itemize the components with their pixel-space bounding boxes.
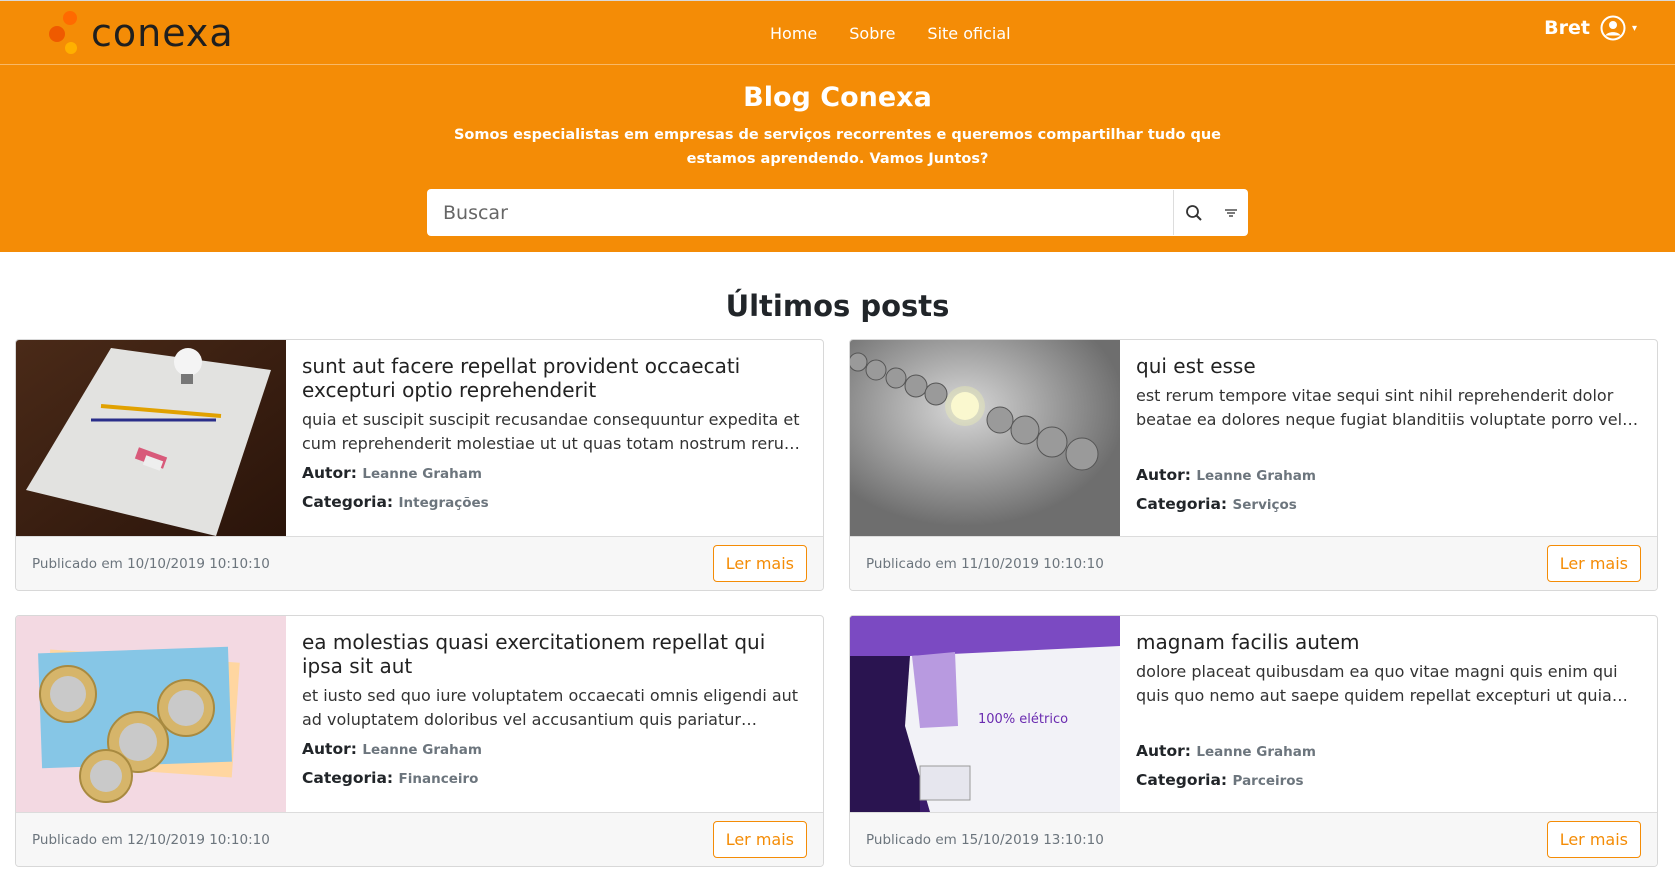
post-card: ea molestias quasi exercitationem repell… — [15, 615, 824, 867]
nav-links: Home Sobre Site oficial — [770, 1, 1011, 65]
post-category: Categoria: Parceiros — [1136, 771, 1304, 789]
page-subtitle: Somos especialistas em empresas de servi… — [453, 127, 1221, 167]
posts-grid: sunt aut facere repellat provident occae… — [15, 339, 1659, 867]
top-navbar: conexa Home Sobre Site oficial Bret ▾ — [0, 0, 1675, 65]
post-excerpt: quia et suscipit suscipit recusandae con… — [302, 410, 800, 453]
read-more-button[interactable]: Ler mais — [1546, 545, 1641, 582]
post-title[interactable]: sunt aut facere repellat provident occae… — [302, 354, 807, 402]
filter-button[interactable] — [1214, 190, 1248, 235]
nav-link-sobre[interactable]: Sobre — [849, 24, 895, 43]
read-more-button[interactable]: Ler mais — [712, 821, 807, 858]
brand-name: conexa — [91, 11, 234, 55]
post-author: Autor: Leanne Graham — [1136, 742, 1316, 760]
post-title[interactable]: qui est esse — [1136, 354, 1641, 378]
user-menu[interactable]: Bret ▾ — [1544, 15, 1637, 41]
post-category: Categoria: Financeiro — [302, 769, 479, 787]
read-more-button[interactable]: Ler mais — [1546, 821, 1641, 858]
post-footer: Publicado em 11/10/2019 10:10:10 Ler mai… — [850, 536, 1657, 590]
chevron-down-icon: ▾ — [1631, 22, 1637, 34]
post-image-lightbulb-paper — [16, 340, 286, 536]
user-avatar-icon — [1600, 15, 1626, 41]
brand-logo[interactable]: conexa — [45, 9, 234, 57]
filter-icon — [1225, 208, 1237, 217]
post-category: Categoria: Serviços — [1136, 495, 1297, 513]
post-image-lightbulbs-row — [850, 340, 1120, 536]
post-footer: Publicado em 15/10/2019 13:10:10 Ler mai… — [850, 812, 1657, 866]
post-title[interactable]: ea molestias quasi exercitationem repell… — [302, 630, 807, 678]
post-excerpt: dolore placeat quibusdam ea quo vitae ma… — [1136, 662, 1618, 705]
hero-banner: Blog Conexa Somos especialistas em empre… — [0, 65, 1675, 252]
post-date: Publicado em 12/10/2019 10:10:10 — [32, 831, 270, 848]
user-name: Bret — [1544, 17, 1590, 39]
post-title[interactable]: magnam facilis autem — [1136, 630, 1641, 654]
truck-image-text: 100% elétrico — [978, 712, 1068, 727]
search-button[interactable] — [1173, 190, 1214, 235]
search-bar — [427, 189, 1248, 236]
post-author: Autor: Leanne Graham — [1136, 466, 1316, 484]
read-more-button[interactable]: Ler mais — [712, 545, 807, 582]
post-author: Autor: Leanne Graham — [302, 740, 482, 758]
nav-link-home[interactable]: Home — [770, 24, 817, 43]
post-date: Publicado em 11/10/2019 10:10:10 — [866, 555, 1104, 572]
post-excerpt: et iusto sed quo iure voluptatem occaeca… — [302, 686, 799, 729]
post-excerpt: est rerum tempore vitae sequi sint nihil… — [1136, 386, 1623, 429]
search-input[interactable] — [427, 189, 1173, 236]
post-date: Publicado em 10/10/2019 10:10:10 — [32, 555, 270, 572]
post-date: Publicado em 15/10/2019 13:10:10 — [866, 831, 1104, 848]
nav-link-site-oficial[interactable]: Site oficial — [927, 24, 1010, 43]
post-card: 100% elétrico magnam facilis autem dolor… — [849, 615, 1658, 867]
section-title: Últimos posts — [725, 289, 950, 323]
search-icon — [1186, 204, 1202, 221]
post-card: sunt aut facere repellat provident occae… — [15, 339, 824, 591]
post-image-money — [16, 616, 286, 812]
page-title: Blog Conexa — [743, 82, 932, 113]
post-card: qui est esse est rerum tempore vitae seq… — [849, 339, 1658, 591]
post-category: Categoria: Integrações — [302, 493, 489, 511]
conexa-logo-icon — [45, 9, 87, 57]
post-footer: Publicado em 12/10/2019 10:10:10 Ler mai… — [16, 812, 823, 866]
post-author: Autor: Leanne Graham — [302, 464, 482, 482]
post-image-electric-truck: 100% elétrico — [850, 616, 1120, 812]
post-footer: Publicado em 10/10/2019 10:10:10 Ler mai… — [16, 536, 823, 590]
